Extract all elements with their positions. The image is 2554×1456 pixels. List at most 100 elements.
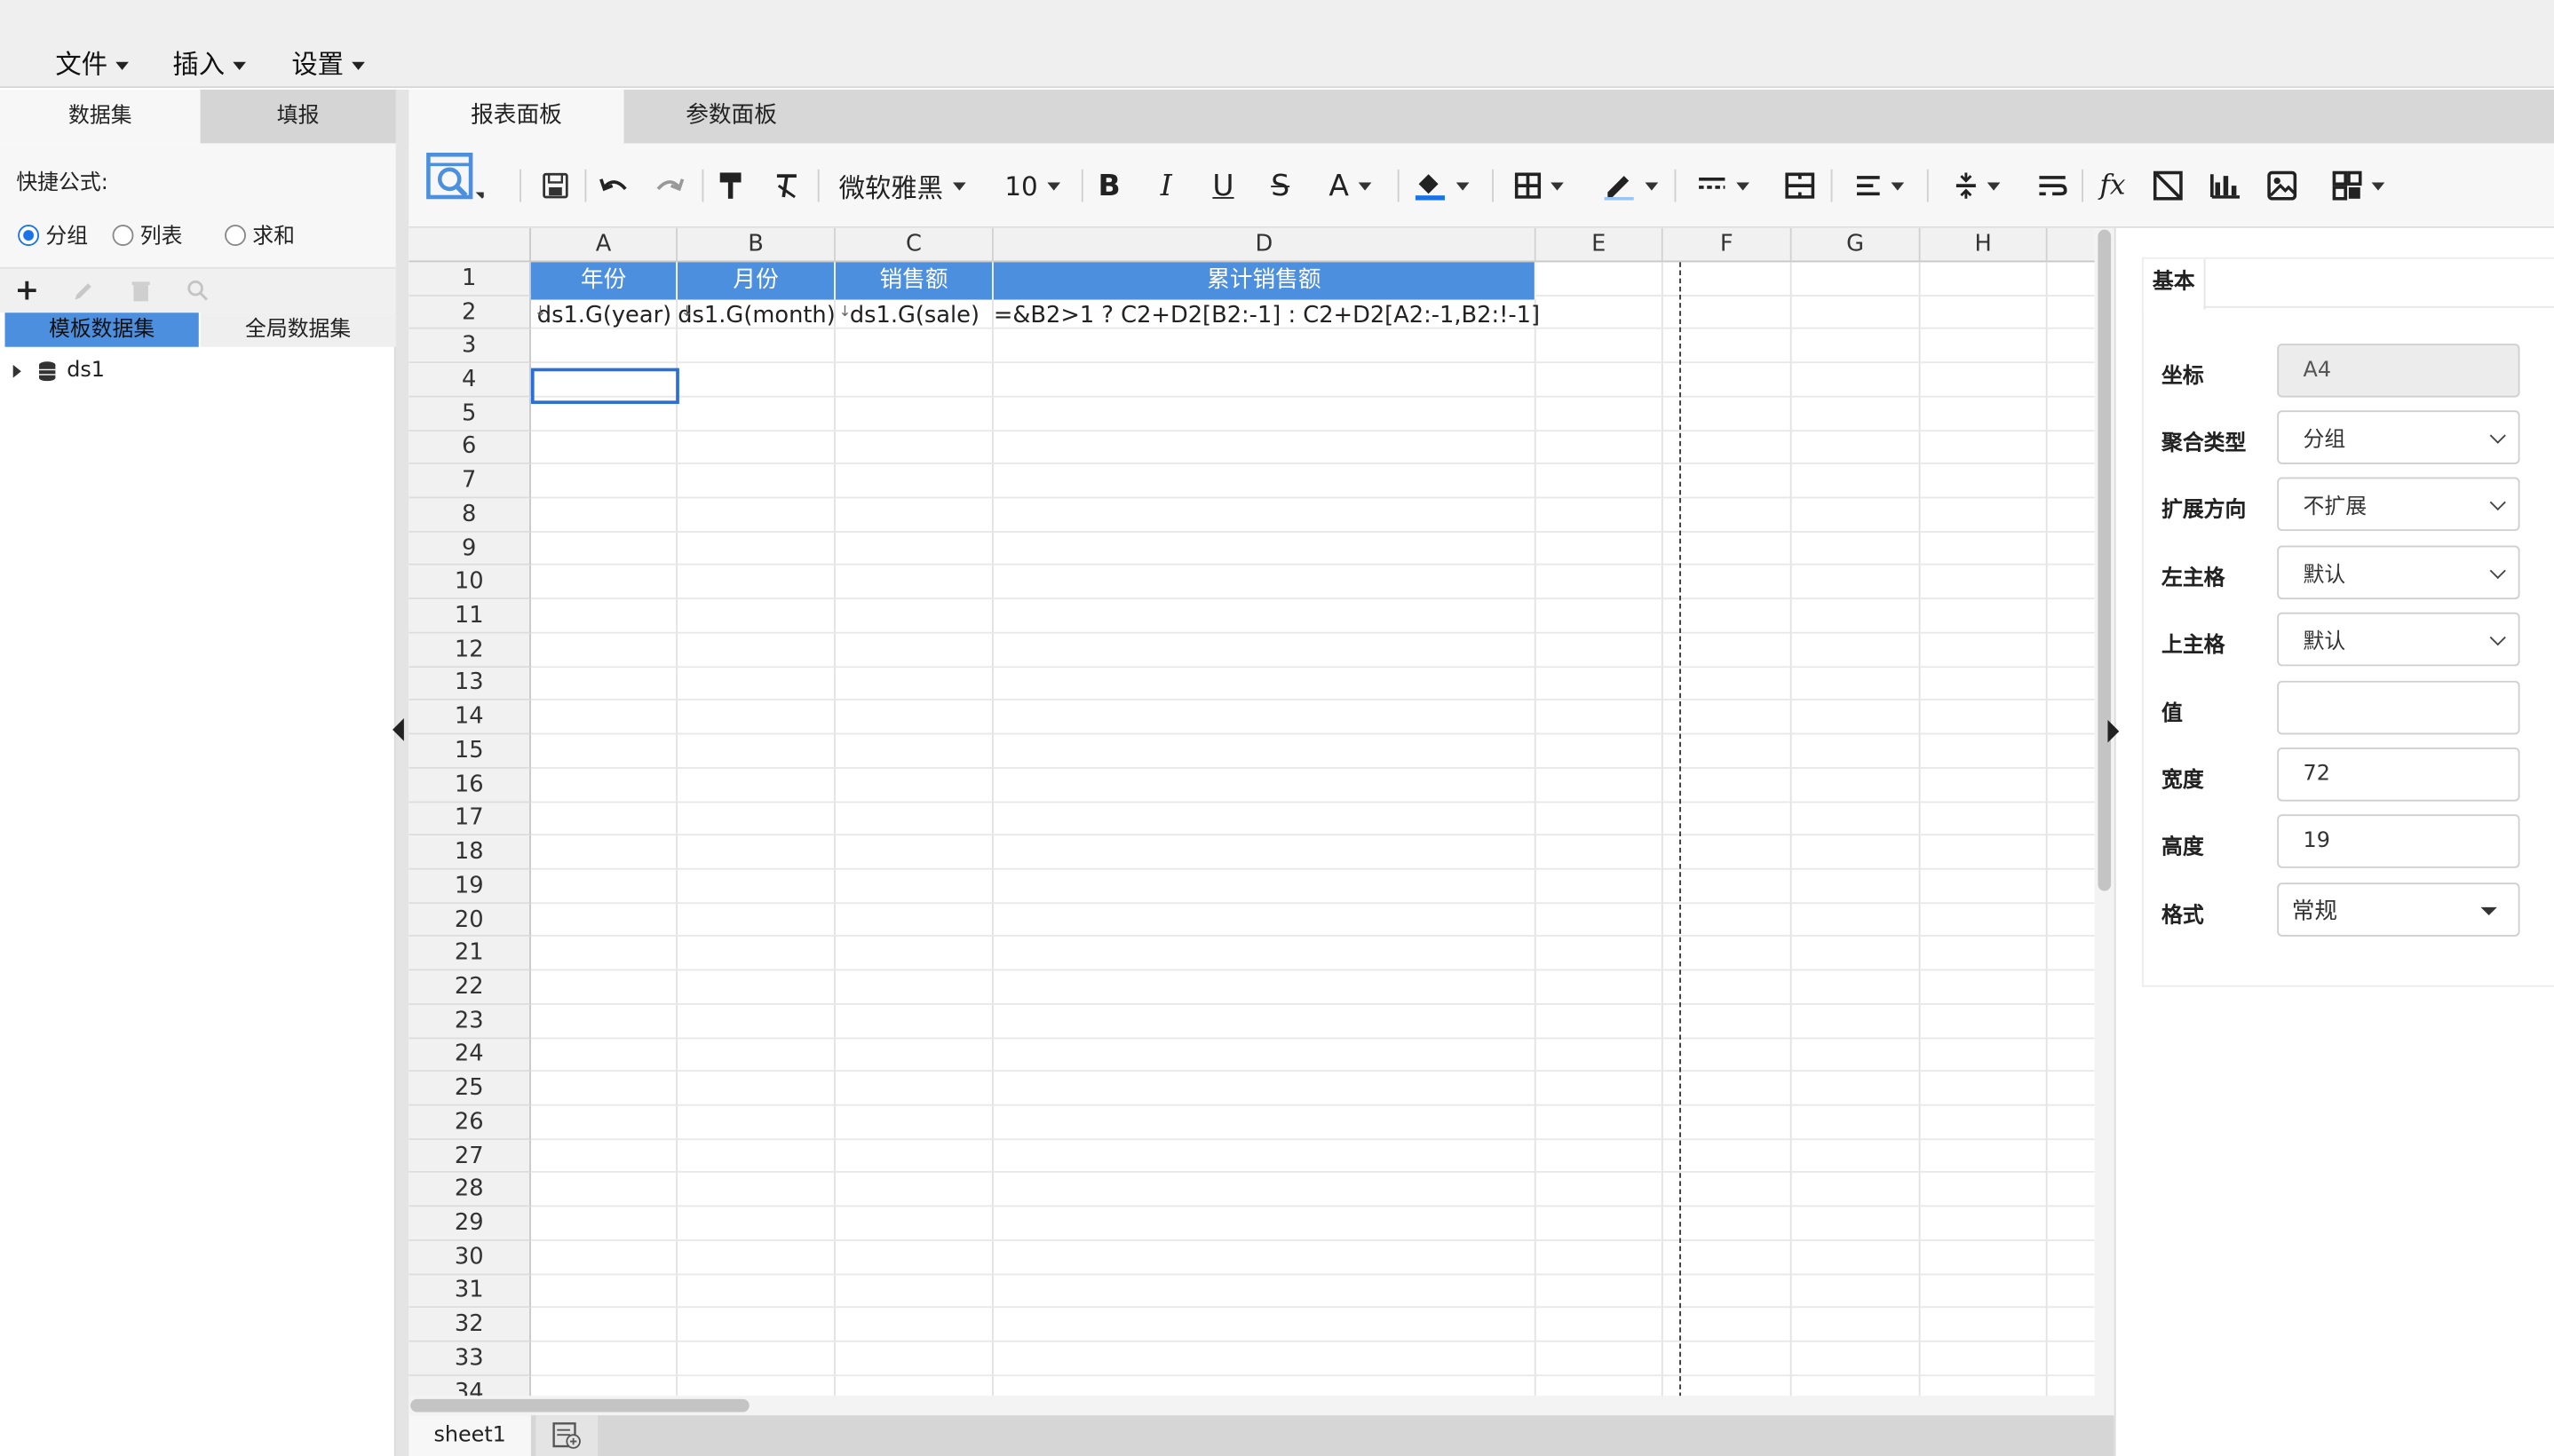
left-splitter[interactable] [393, 89, 409, 1456]
tree-item-ds1[interactable]: ds1 [12, 359, 105, 383]
font-size-select[interactable]: 10 [995, 160, 1070, 212]
radio-button[interactable] [225, 225, 246, 247]
tab-dataset[interactable]: 数据集 [0, 89, 201, 144]
row-header-25[interactable]: 25 [408, 1072, 531, 1106]
tab-basic[interactable]: 基本 [2143, 258, 2206, 310]
vertical-scrollbar[interactable] [2094, 227, 2114, 1398]
column-header-e[interactable]: E [1535, 227, 1663, 263]
row-header-12[interactable]: 12 [408, 633, 531, 668]
delete-icon[interactable] [131, 279, 152, 304]
row-header-13[interactable]: 13 [408, 667, 531, 701]
insert-chart-button[interactable] [2206, 160, 2245, 212]
row-header-3[interactable]: 3 [408, 329, 531, 364]
column-header-a[interactable]: A [530, 227, 678, 263]
insert-image-button[interactable] [2263, 160, 2302, 212]
border-color-button[interactable] [1598, 160, 1662, 212]
format-painter-button[interactable] [712, 160, 751, 212]
border-button[interactable] [1507, 160, 1572, 212]
bold-button[interactable]: B [1090, 160, 1129, 212]
vertical-align-button[interactable] [1945, 160, 2010, 212]
menu-insert[interactable]: 插入 [172, 43, 246, 82]
slash-cell-button[interactable] [2148, 160, 2187, 212]
tab-global-dataset[interactable]: 全局数据集 [200, 313, 396, 347]
edit-icon[interactable] [72, 281, 95, 304]
underline-button[interactable]: U [1203, 160, 1242, 212]
row-header-27[interactable]: 27 [408, 1139, 531, 1174]
row-header-28[interactable]: 28 [408, 1173, 531, 1207]
row-header-23[interactable]: 23 [408, 1004, 531, 1039]
radio-button-checked[interactable] [18, 225, 40, 247]
row-header-24[interactable]: 24 [408, 1038, 531, 1072]
column-header-g[interactable]: G [1791, 227, 1921, 263]
row-header-29[interactable]: 29 [408, 1207, 531, 1241]
cell-d2[interactable]: =&B2>1 ? C2+D2[B2:-1] : C2+D2[A2:-1,B2:!… [994, 300, 1540, 335]
sheet-tab-sheet1[interactable]: sheet1 [408, 1415, 531, 1456]
merge-cells-button[interactable] [1781, 160, 1820, 212]
row-header-18[interactable]: 18 [408, 835, 531, 870]
column-header-partial[interactable] [2047, 227, 2095, 263]
row-header-33[interactable]: 33 [408, 1341, 531, 1376]
radio-group[interactable]: 分组 [18, 218, 88, 249]
search-icon[interactable] [186, 279, 209, 302]
more-widgets-button[interactable] [2324, 160, 2392, 212]
menu-file[interactable]: 文件 [55, 43, 129, 82]
height-input[interactable]: 19 [2277, 814, 2520, 868]
top-parent-select[interactable]: 默认 [2277, 612, 2520, 667]
row-header-26[interactable]: 26 [408, 1105, 531, 1140]
spreadsheet-grid[interactable]: ABCDEFGH 1 2 3 4 5 6 7 8 9 10 11 12 13 14 15 16 17 18 19 20… [408, 227, 2095, 1398]
row-header-5[interactable]: 5 [408, 397, 531, 431]
italic-button[interactable]: I [1146, 160, 1186, 212]
fill-color-button[interactable] [1409, 160, 1474, 212]
wrap-text-button[interactable] [2033, 160, 2072, 212]
row-header-2[interactable]: 2 [408, 296, 531, 330]
row-header-31[interactable]: 31 [408, 1274, 531, 1309]
row-header-17[interactable]: 17 [408, 802, 531, 836]
cell-a2[interactable]: ↓ ds1.G(year) [531, 300, 678, 335]
cell-b2[interactable]: ↓ ds1.G(month) [678, 300, 836, 335]
row-header-1[interactable]: 1 [408, 262, 531, 297]
cell-c2[interactable]: ↓ ds1.G(sale) [836, 300, 994, 335]
preview-button[interactable] [425, 152, 484, 205]
row-header-4[interactable]: 4 [408, 363, 531, 398]
row-header-21[interactable]: 21 [408, 937, 531, 971]
line-style-button[interactable] [1691, 160, 1756, 212]
font-color-button[interactable]: A [1318, 160, 1383, 212]
horizontal-scrollbar[interactable] [408, 1396, 2114, 1416]
tab-template-dataset[interactable]: 模板数据集 [4, 313, 199, 347]
selected-cell-a4[interactable] [530, 368, 679, 404]
cell-d1[interactable]: 累计销售额 [993, 262, 1536, 300]
row-header-14[interactable]: 14 [408, 700, 531, 735]
formula-button[interactable]: fx [2093, 160, 2132, 212]
column-header-h[interactable]: H [1920, 227, 2048, 263]
format-dropdown[interactable]: 常规 [2277, 882, 2520, 937]
add-sheet-button[interactable] [535, 1415, 599, 1456]
row-header-11[interactable]: 11 [408, 599, 531, 634]
row-header-30[interactable]: 30 [408, 1240, 531, 1275]
row-header-16[interactable]: 16 [408, 768, 531, 803]
row-header-19[interactable]: 19 [408, 869, 531, 904]
row-header-15[interactable]: 15 [408, 734, 531, 769]
undo-button[interactable] [594, 160, 633, 212]
add-icon[interactable]: + [15, 273, 40, 308]
collapse-right-icon[interactable] [2107, 719, 2120, 743]
column-header-b[interactable]: B [678, 227, 836, 263]
row-header-9[interactable]: 9 [408, 532, 531, 566]
column-header-d[interactable]: D [993, 227, 1536, 263]
radio-sum[interactable]: 求和 [225, 218, 295, 249]
row-header-22[interactable]: 22 [408, 970, 531, 1005]
expand-direction-select[interactable]: 不扩展 [2277, 477, 2520, 532]
value-input[interactable] [2277, 680, 2520, 735]
row-header-34[interactable]: 34 [408, 1375, 531, 1398]
width-input[interactable]: 72 [2277, 748, 2520, 802]
font-family-select[interactable]: 微软雅黑 [829, 160, 976, 212]
row-header-7[interactable]: 7 [408, 464, 531, 499]
tab-report-panel[interactable]: 报表面板 [408, 89, 624, 144]
cell-a1[interactable]: 年份 [530, 262, 678, 300]
tab-fill[interactable]: 填报 [200, 89, 396, 144]
scrollbar-thumb[interactable] [2098, 229, 2112, 891]
radio-button[interactable] [112, 225, 134, 247]
row-header-6[interactable]: 6 [408, 431, 531, 465]
clear-format-button[interactable] [767, 160, 806, 212]
scrollbar-thumb[interactable] [410, 1398, 750, 1412]
radio-list[interactable]: 列表 [112, 218, 182, 249]
